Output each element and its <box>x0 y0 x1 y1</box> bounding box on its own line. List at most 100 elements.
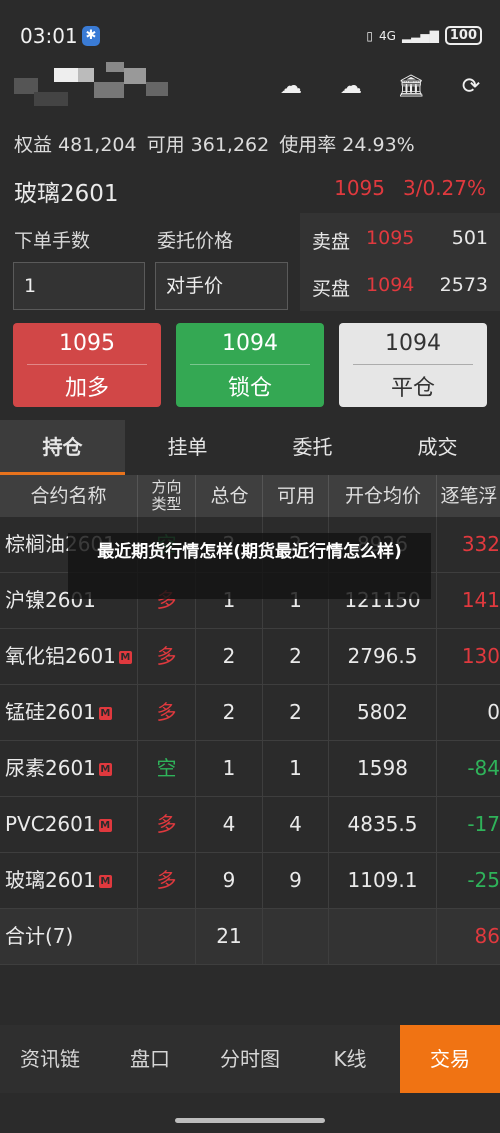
cell-total: 2 <box>195 629 262 684</box>
margin-badge: M <box>98 819 112 832</box>
status-time: 03:01 <box>20 24 78 48</box>
avail-value: 4 <box>289 812 302 836</box>
col-float-pnl: 逐笔浮 <box>436 475 500 517</box>
total-pnl-value: 86 <box>474 924 500 948</box>
cell-pnl: -17 <box>436 797 500 852</box>
total-row: 合计(7) 21 86 <box>0 909 500 965</box>
tab-trades[interactable]: 成交 <box>375 420 500 475</box>
tab-orders[interactable]: 委托 <box>250 420 375 475</box>
name-value: 氧化铝2601 <box>5 644 116 668</box>
cloud-sync-icon[interactable]: ☁ <box>336 72 366 102</box>
order-book: 卖盘 1095 501 买盘 1094 2573 <box>300 213 500 311</box>
pnl-value: -84 <box>467 756 500 780</box>
table-row[interactable]: 尿素2601 M 空 1 1 1598 -84 <box>0 741 500 797</box>
cell-name: 氧化铝2601 M <box>0 629 137 684</box>
cell-total: 4 <box>195 797 262 852</box>
cell-total: 9 <box>195 853 262 908</box>
margin-badge: M <box>118 651 132 664</box>
price-change: 3/0.27% <box>403 176 486 200</box>
table-row[interactable]: 氧化铝2601 M 多 2 2 2796.5 130 <box>0 629 500 685</box>
cell-pnl: 130 <box>436 629 500 684</box>
total-value: 2 <box>222 700 236 724</box>
cell-dir: 多 <box>137 629 195 684</box>
position-tabs: 持仓 挂单 委托 成交 <box>0 420 500 475</box>
name-value: PVC2601 <box>5 812 96 836</box>
avg-value: 4835.5 <box>347 812 418 836</box>
nav-kline[interactable]: K线 <box>300 1025 400 1093</box>
home-indicator[interactable] <box>175 1118 325 1123</box>
cloud-lightning-icon[interactable]: ☁ <box>276 72 306 102</box>
table-row[interactable]: PVC2601 M 多 4 4 4835.5 -17 <box>0 797 500 853</box>
network-type: 4G <box>379 28 396 43</box>
close-price: 1094 <box>385 331 441 356</box>
price-input[interactable]: 对手价 <box>155 262 288 310</box>
qty-label: 下单手数 <box>14 230 91 252</box>
close-label: 平仓 <box>390 376 435 401</box>
nav-news[interactable]: 资讯链 <box>0 1025 100 1093</box>
ask-label: 卖盘 <box>312 231 351 253</box>
last-price: 1095 <box>334 176 385 200</box>
total-name-value: 合计(7) <box>5 924 74 948</box>
top-toolbar: ☁ ☁ 🏛 ⟳ <box>276 72 486 102</box>
lock-price: 1094 <box>222 331 278 356</box>
cell-avg: 5802 <box>328 685 436 740</box>
col-total: 总仓 <box>195 475 263 517</box>
table-row[interactable]: 锰硅2601 M 多 2 2 5802 0 <box>0 685 500 741</box>
total-cell-name: 合计(7) <box>0 909 137 964</box>
dir-value: 多 <box>156 644 177 668</box>
bid-price: 1094 <box>366 274 415 296</box>
cell-dir: 多 <box>137 685 195 740</box>
buy-open-button[interactable]: 1095 加多 <box>13 323 161 407</box>
contract-price: 1095 3/0.27% <box>316 176 486 200</box>
table-row[interactable]: 玻璃2601 M 多 9 9 1109.1 -25 <box>0 853 500 909</box>
qty-input[interactable]: 1 <box>13 262 145 310</box>
name-value: 玻璃2601 <box>5 868 96 892</box>
ask-price: 1095 <box>366 227 415 249</box>
dir-value: 多 <box>156 700 177 724</box>
total-cell <box>137 909 195 964</box>
tab-positions[interactable]: 持仓 <box>0 420 125 475</box>
total-value: 1 <box>222 756 236 780</box>
cell-avg: 4835.5 <box>328 797 436 852</box>
cell-total: 1 <box>195 741 262 796</box>
total-value: 2 <box>222 644 236 668</box>
cell-avail: 4 <box>262 797 328 852</box>
bluetooth-icon: ✱ <box>82 26 100 46</box>
cell-name: 尿素2601 M <box>0 741 137 796</box>
ask-row[interactable]: 卖盘 1095 501 <box>312 227 488 254</box>
avail-value: 2 <box>289 700 302 724</box>
refresh-icon[interactable]: ⟳ <box>456 72 486 102</box>
pnl-value: 141 <box>461 588 500 612</box>
avg-value: 5802 <box>357 700 408 724</box>
cell-dir: 多 <box>137 797 195 852</box>
lock-label: 锁仓 <box>227 376 272 401</box>
battery-icon: 100 <box>444 26 482 45</box>
name-value: 尿素2601 <box>5 756 96 780</box>
buy-price: 1095 <box>59 331 115 356</box>
close-position-button[interactable]: 1094 平仓 <box>339 323 487 407</box>
cell-total: 2 <box>195 685 262 740</box>
dir-value: 多 <box>156 868 177 892</box>
lock-position-button[interactable]: 1094 锁仓 <box>176 323 324 407</box>
margin-badge: M <box>98 707 112 720</box>
vibrate-icon: ▯ <box>366 28 373 43</box>
account-summary: 权益 481,204 可用 361,262 使用率 24.93% <box>14 130 425 157</box>
contract-name[interactable]: 玻璃2601 <box>14 174 119 208</box>
avail-value: 9 <box>289 868 302 892</box>
mosaic-logo <box>14 62 174 110</box>
nav-timeshare[interactable]: 分时图 <box>200 1025 300 1093</box>
status-bar: 03:01 ✱ ▯ 4G ▂▃▅▇ 100 <box>0 0 500 70</box>
nav-orderbook[interactable]: 盘口 <box>100 1025 200 1093</box>
system-icons: ▯ 4G ▂▃▅▇ 100 <box>366 26 482 45</box>
positions-table-header: 合约名称 方向 类型 总仓 可用 开仓均价 逐笔浮 <box>0 475 500 517</box>
tab-pending[interactable]: 挂单 <box>125 420 250 475</box>
bid-volume: 2573 <box>439 274 488 296</box>
nav-trade[interactable]: 交易 <box>400 1025 500 1093</box>
signal-icon: ▂▃▅▇ <box>401 28 439 43</box>
pnl-value: 130 <box>461 644 500 668</box>
total-total-value: 21 <box>216 924 242 948</box>
total-value: 9 <box>222 868 236 892</box>
avg-value: 1109.1 <box>347 868 418 892</box>
bank-icon[interactable]: 🏛 <box>396 72 426 102</box>
bid-row[interactable]: 买盘 1094 2573 <box>312 274 488 301</box>
